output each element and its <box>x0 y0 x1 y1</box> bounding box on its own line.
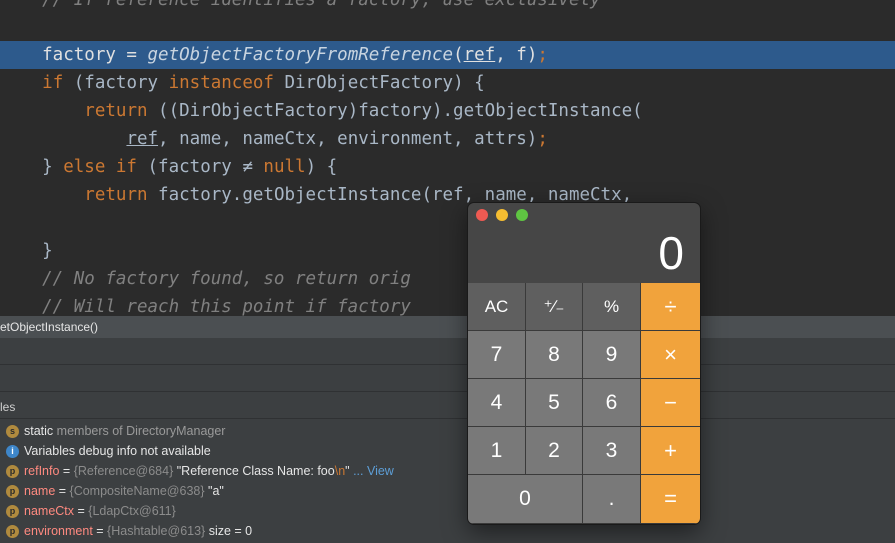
plus-minus-button[interactable]: ⁺∕₋ <box>526 283 583 331</box>
digit-3-button[interactable]: 3 <box>583 427 641 475</box>
multiply-button[interactable]: × <box>641 331 700 379</box>
frames-row[interactable] <box>0 338 895 365</box>
code-line-comment-2: // No factory found, so return orig <box>0 269 411 289</box>
parameter-icon: p <box>6 505 19 519</box>
equals-button[interactable]: = <box>641 475 700 524</box>
var-nameCtx[interactable]: p nameCtx = {LdapCtx@611} <box>0 501 895 521</box>
digit-8-button[interactable]: 8 <box>526 331 583 379</box>
code-line-if: if (factory instanceof DirObjectFactory)… <box>42 73 485 93</box>
var-info: i Variables debug info not available <box>0 441 895 461</box>
zoom-button[interactable] <box>516 209 528 221</box>
percent-button[interactable]: % <box>583 283 641 331</box>
close-button[interactable] <box>476 209 488 221</box>
code-line-return2: return factory.getObjectInstance(ref, na… <box>84 185 633 205</box>
code-editor[interactable]: // If reference identifies a factory, us… <box>0 0 895 316</box>
current-frame-bar[interactable]: etObjectInstance() <box>0 316 895 338</box>
calculator-titlebar[interactable] <box>468 203 700 227</box>
digit-2-button[interactable]: 2 <box>526 427 583 475</box>
view-link[interactable]: ... View <box>350 464 394 478</box>
decimal-button[interactable]: . <box>583 475 641 524</box>
digit-0-button[interactable]: 0 <box>468 475 583 524</box>
add-button[interactable]: + <box>641 427 700 475</box>
debugger-panel: etObjectInstance() les s static members o… <box>0 316 895 543</box>
code-line-current[interactable]: factory = getObjectFactoryFromReference(… <box>0 41 895 69</box>
var-refInfo[interactable]: p refInfo = {Reference@684} "Reference Cl… <box>0 461 895 481</box>
threads-row[interactable] <box>0 365 895 392</box>
calculator-display: 0 <box>658 227 684 279</box>
code-line-comment: // If reference identifies a factory, us… <box>0 0 601 10</box>
digit-5-button[interactable]: 5 <box>526 379 583 427</box>
digit-1-button[interactable]: 1 <box>468 427 526 475</box>
variables-header: les <box>0 396 895 419</box>
code-line-return: return ((DirObjectFactory)factory).getOb… <box>84 101 643 121</box>
code-line-comment-3: // Will reach this point if factory <box>0 297 411 316</box>
static-icon: s <box>6 425 19 439</box>
parameter-icon: p <box>6 485 19 499</box>
frame-method-label: etObjectInstance() <box>0 320 99 334</box>
var-name[interactable]: p name = {CompositeName@638} "a" <box>0 481 895 501</box>
minimize-button[interactable] <box>496 209 508 221</box>
digit-6-button[interactable]: 6 <box>583 379 641 427</box>
info-icon: i <box>6 445 19 459</box>
code-line-close-brace: } <box>0 241 53 261</box>
digit-7-button[interactable]: 7 <box>468 331 526 379</box>
parameter-icon: p <box>6 465 19 479</box>
parameter-icon: p <box>6 525 19 539</box>
var-environment[interactable]: p environment = {Hashtable@613} size = 0 <box>0 521 895 541</box>
all-clear-button[interactable]: AC <box>468 283 526 331</box>
calculator-window: 0 AC ⁺∕₋ % ÷ 7 8 9 × 4 5 6 − 1 2 3 + 0 .… <box>468 203 700 524</box>
divide-button[interactable]: ÷ <box>641 283 700 331</box>
digit-4-button[interactable]: 4 <box>468 379 526 427</box>
code-line-else: } else if (factory ≠ null) { <box>0 157 338 177</box>
subtract-button[interactable]: − <box>641 379 700 427</box>
code-line-args: ref, name, nameCtx, environment, attrs); <box>126 129 548 149</box>
digit-9-button[interactable]: 9 <box>583 331 641 379</box>
var-static[interactable]: s static members of DirectoryManager <box>0 421 895 441</box>
